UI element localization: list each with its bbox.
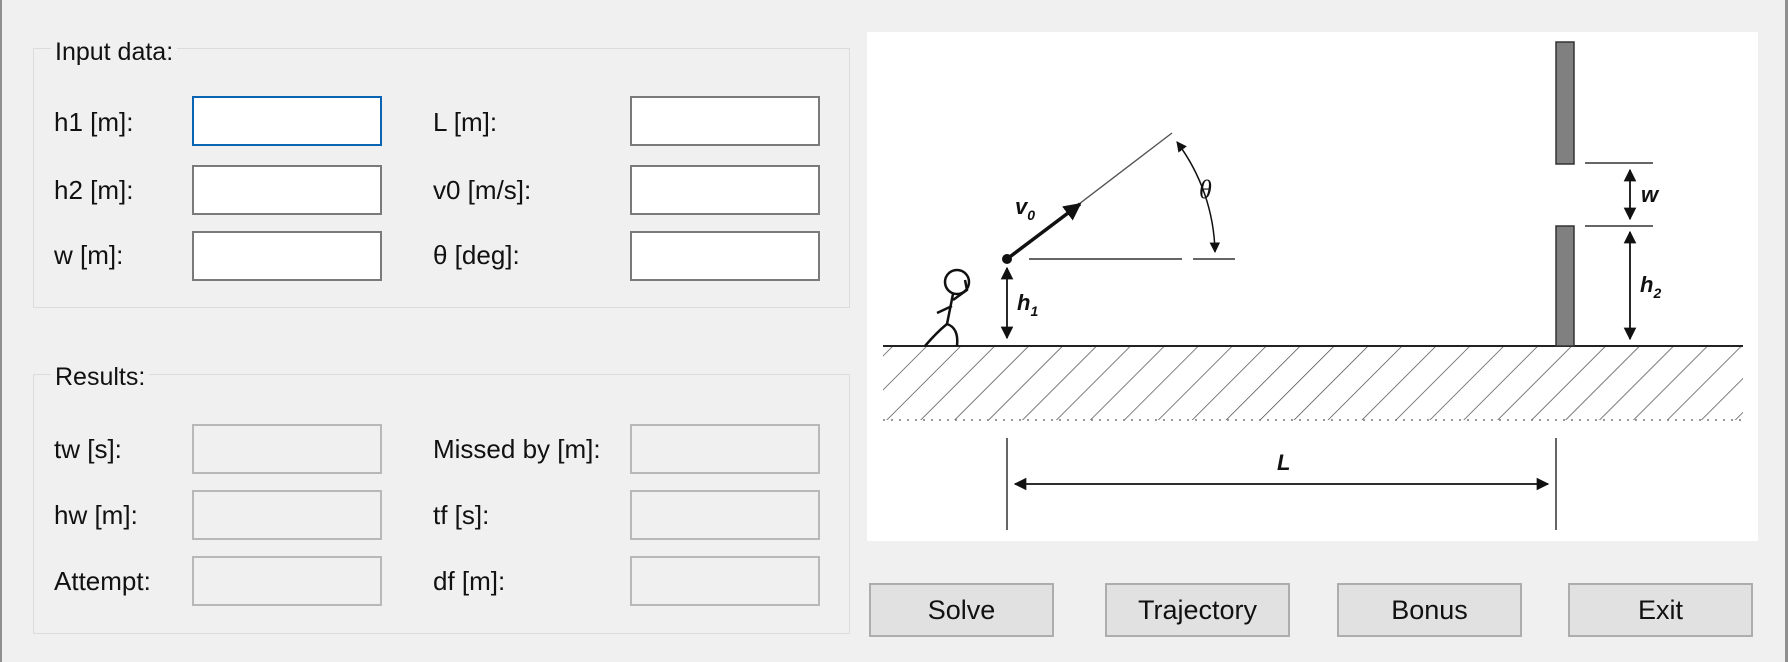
attempt-output[interactable] (192, 556, 382, 606)
hw-label: hw [m]: (54, 500, 138, 530)
theta-symbol: θ (1199, 175, 1212, 204)
tf-label: tf [s]: (433, 500, 490, 530)
tw-label: tw [s]: (54, 434, 122, 464)
h2-label: h2 [m]: (54, 175, 134, 205)
wall-lower (1555, 225, 1575, 347)
h2-input[interactable] (192, 165, 382, 215)
w-input[interactable] (192, 231, 382, 281)
v0-symbol: v0 (1015, 194, 1035, 223)
diagram-canvas: v0 θ h1 w h2 L (883, 41, 1743, 530)
attempt-label: Attempt: (54, 566, 151, 596)
exit-button[interactable]: Exit (1568, 583, 1753, 637)
df-label: df [m]: (433, 566, 506, 596)
w-symbol: w (1641, 182, 1660, 207)
projectile-diagram: v0 θ h1 w h2 L (867, 32, 1758, 541)
tw-output[interactable] (192, 424, 382, 474)
wall-upper (1555, 41, 1575, 165)
solve-button[interactable]: Solve (869, 583, 1054, 637)
tf-output[interactable] (630, 490, 820, 540)
df-output[interactable] (630, 556, 820, 606)
window-left-border (0, 0, 2, 662)
missed-by-output[interactable] (630, 424, 820, 474)
ground-hatch (883, 346, 1743, 420)
person-figure-icon (924, 268, 971, 347)
theta-input[interactable] (630, 231, 820, 281)
h2-symbol: h2 (1640, 272, 1661, 301)
hw-output[interactable] (192, 490, 382, 540)
L-input[interactable] (630, 96, 820, 146)
h1-symbol: h1 (1017, 290, 1038, 319)
theta-label: θ [deg]: (433, 240, 520, 270)
h1-input[interactable] (192, 96, 382, 146)
L-symbol: L (1277, 450, 1290, 475)
results-title: Results: (51, 363, 150, 391)
v0-label: v0 [m/s]: (433, 175, 532, 205)
trajectory-button[interactable]: Trajectory (1105, 583, 1290, 637)
input-data-title: Input data: (51, 38, 178, 66)
v0-input[interactable] (630, 165, 820, 215)
w-label: w [m]: (54, 240, 124, 270)
h1-label: h1 [m]: (54, 107, 134, 137)
missed-by-label: Missed by [m]: (433, 434, 601, 464)
bonus-button[interactable]: Bonus (1337, 583, 1522, 637)
L-label: L [m]: (433, 107, 498, 137)
